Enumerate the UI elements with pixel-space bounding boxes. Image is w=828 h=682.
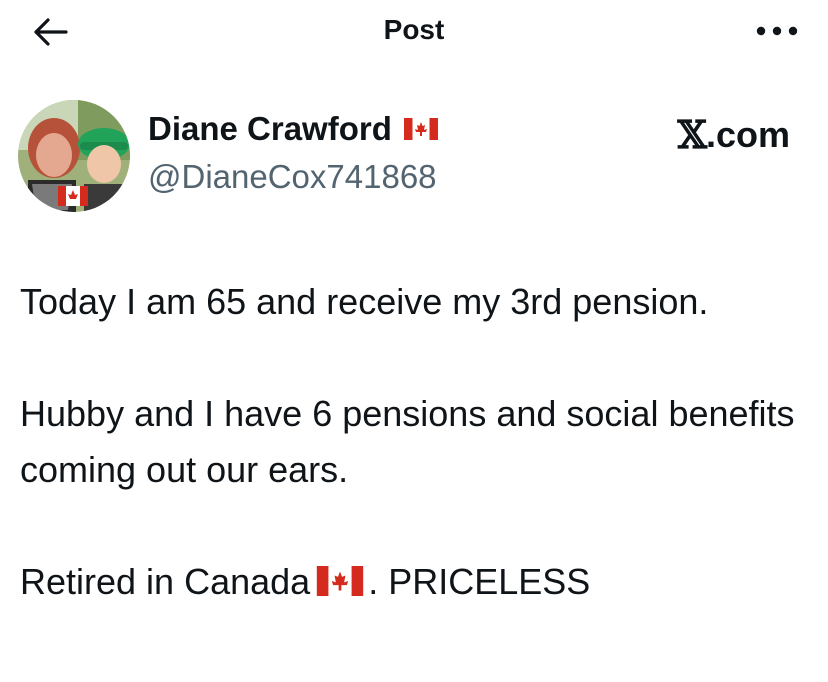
canada-flag-icon	[317, 566, 364, 596]
post-paragraph: Today I am 65 and receive my 3rd pension…	[20, 281, 709, 322]
post-text-segment: . PRICELESS	[368, 561, 591, 602]
post-header: Post	[0, 0, 828, 64]
x-logo: 𝕏 .com	[677, 112, 790, 157]
author-name[interactable]: Diane Crawford	[148, 110, 438, 148]
avatar[interactable]	[18, 100, 130, 212]
author-name-text: Diane Crawford	[148, 110, 392, 147]
canada-flag-icon	[403, 118, 438, 140]
page-title: Post	[383, 14, 445, 45]
more-horizontal-icon	[756, 26, 798, 36]
more-options-button[interactable]	[752, 14, 802, 48]
x-icon: 𝕏	[677, 112, 707, 157]
post-text: Today I am 65 and receive my 3rd pension…	[20, 274, 800, 610]
author-handle[interactable]: @DianeCox741868	[148, 158, 437, 196]
avatar-photo	[18, 100, 130, 212]
post-paragraph: Hubby and I have 6 pensions and social b…	[20, 393, 795, 490]
post-paragraph: Retired in Canada . PRICELESS	[20, 554, 800, 610]
post-text-segment: Retired in Canada	[20, 561, 311, 602]
source-label: .com	[705, 113, 790, 155]
